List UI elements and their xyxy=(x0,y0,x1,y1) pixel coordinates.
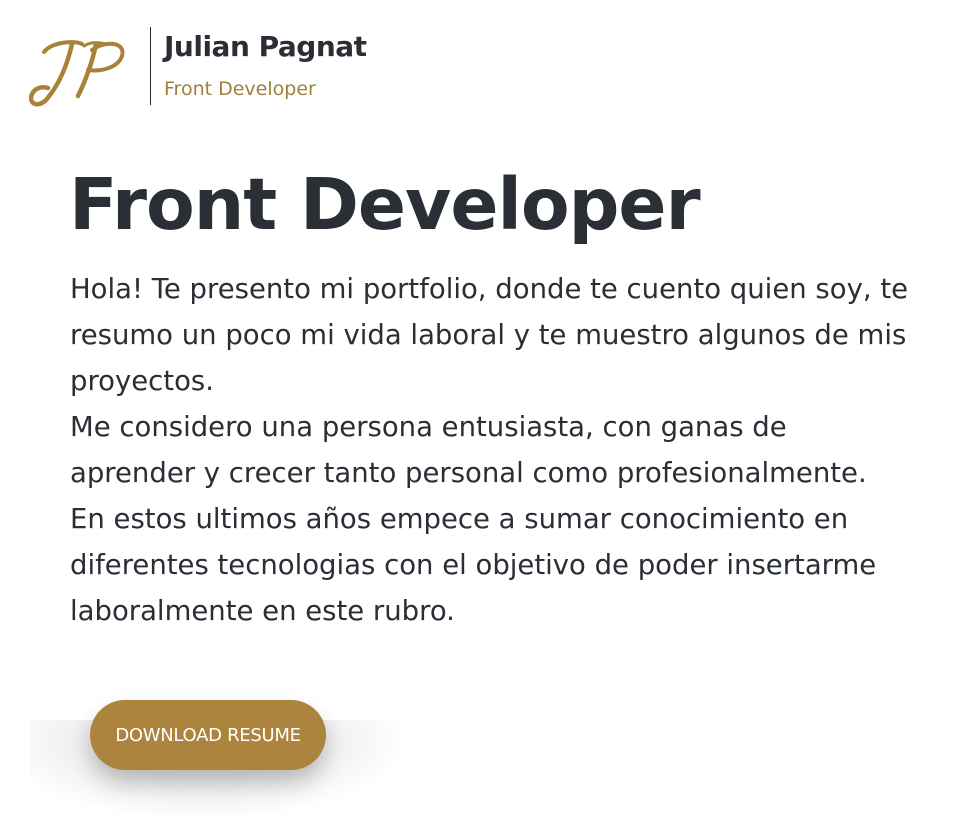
intro-paragraph: En estos ultimos años empece a sumar con… xyxy=(70,503,877,627)
brand-role: Front Developer xyxy=(164,78,316,100)
header-divider xyxy=(150,27,151,105)
site-header: Julian Pagnat Front Developer xyxy=(0,0,974,120)
brand-name[interactable]: Julian Pagnat xyxy=(164,30,367,63)
jp-logo[interactable] xyxy=(22,30,134,110)
jp-logo-mark xyxy=(28,40,125,107)
intro-paragraph: Me considero una persona entusiasta, con… xyxy=(70,411,867,489)
hero-title: Front Developer xyxy=(69,163,701,246)
intro-paragraph: Hola! Te presento mi portfolio, donde te… xyxy=(70,273,909,397)
download-resume-button[interactable]: DOWNLOAD RESUME xyxy=(90,700,326,770)
intro-text: Hola! Te presento mi portfolio, donde te… xyxy=(70,266,910,634)
